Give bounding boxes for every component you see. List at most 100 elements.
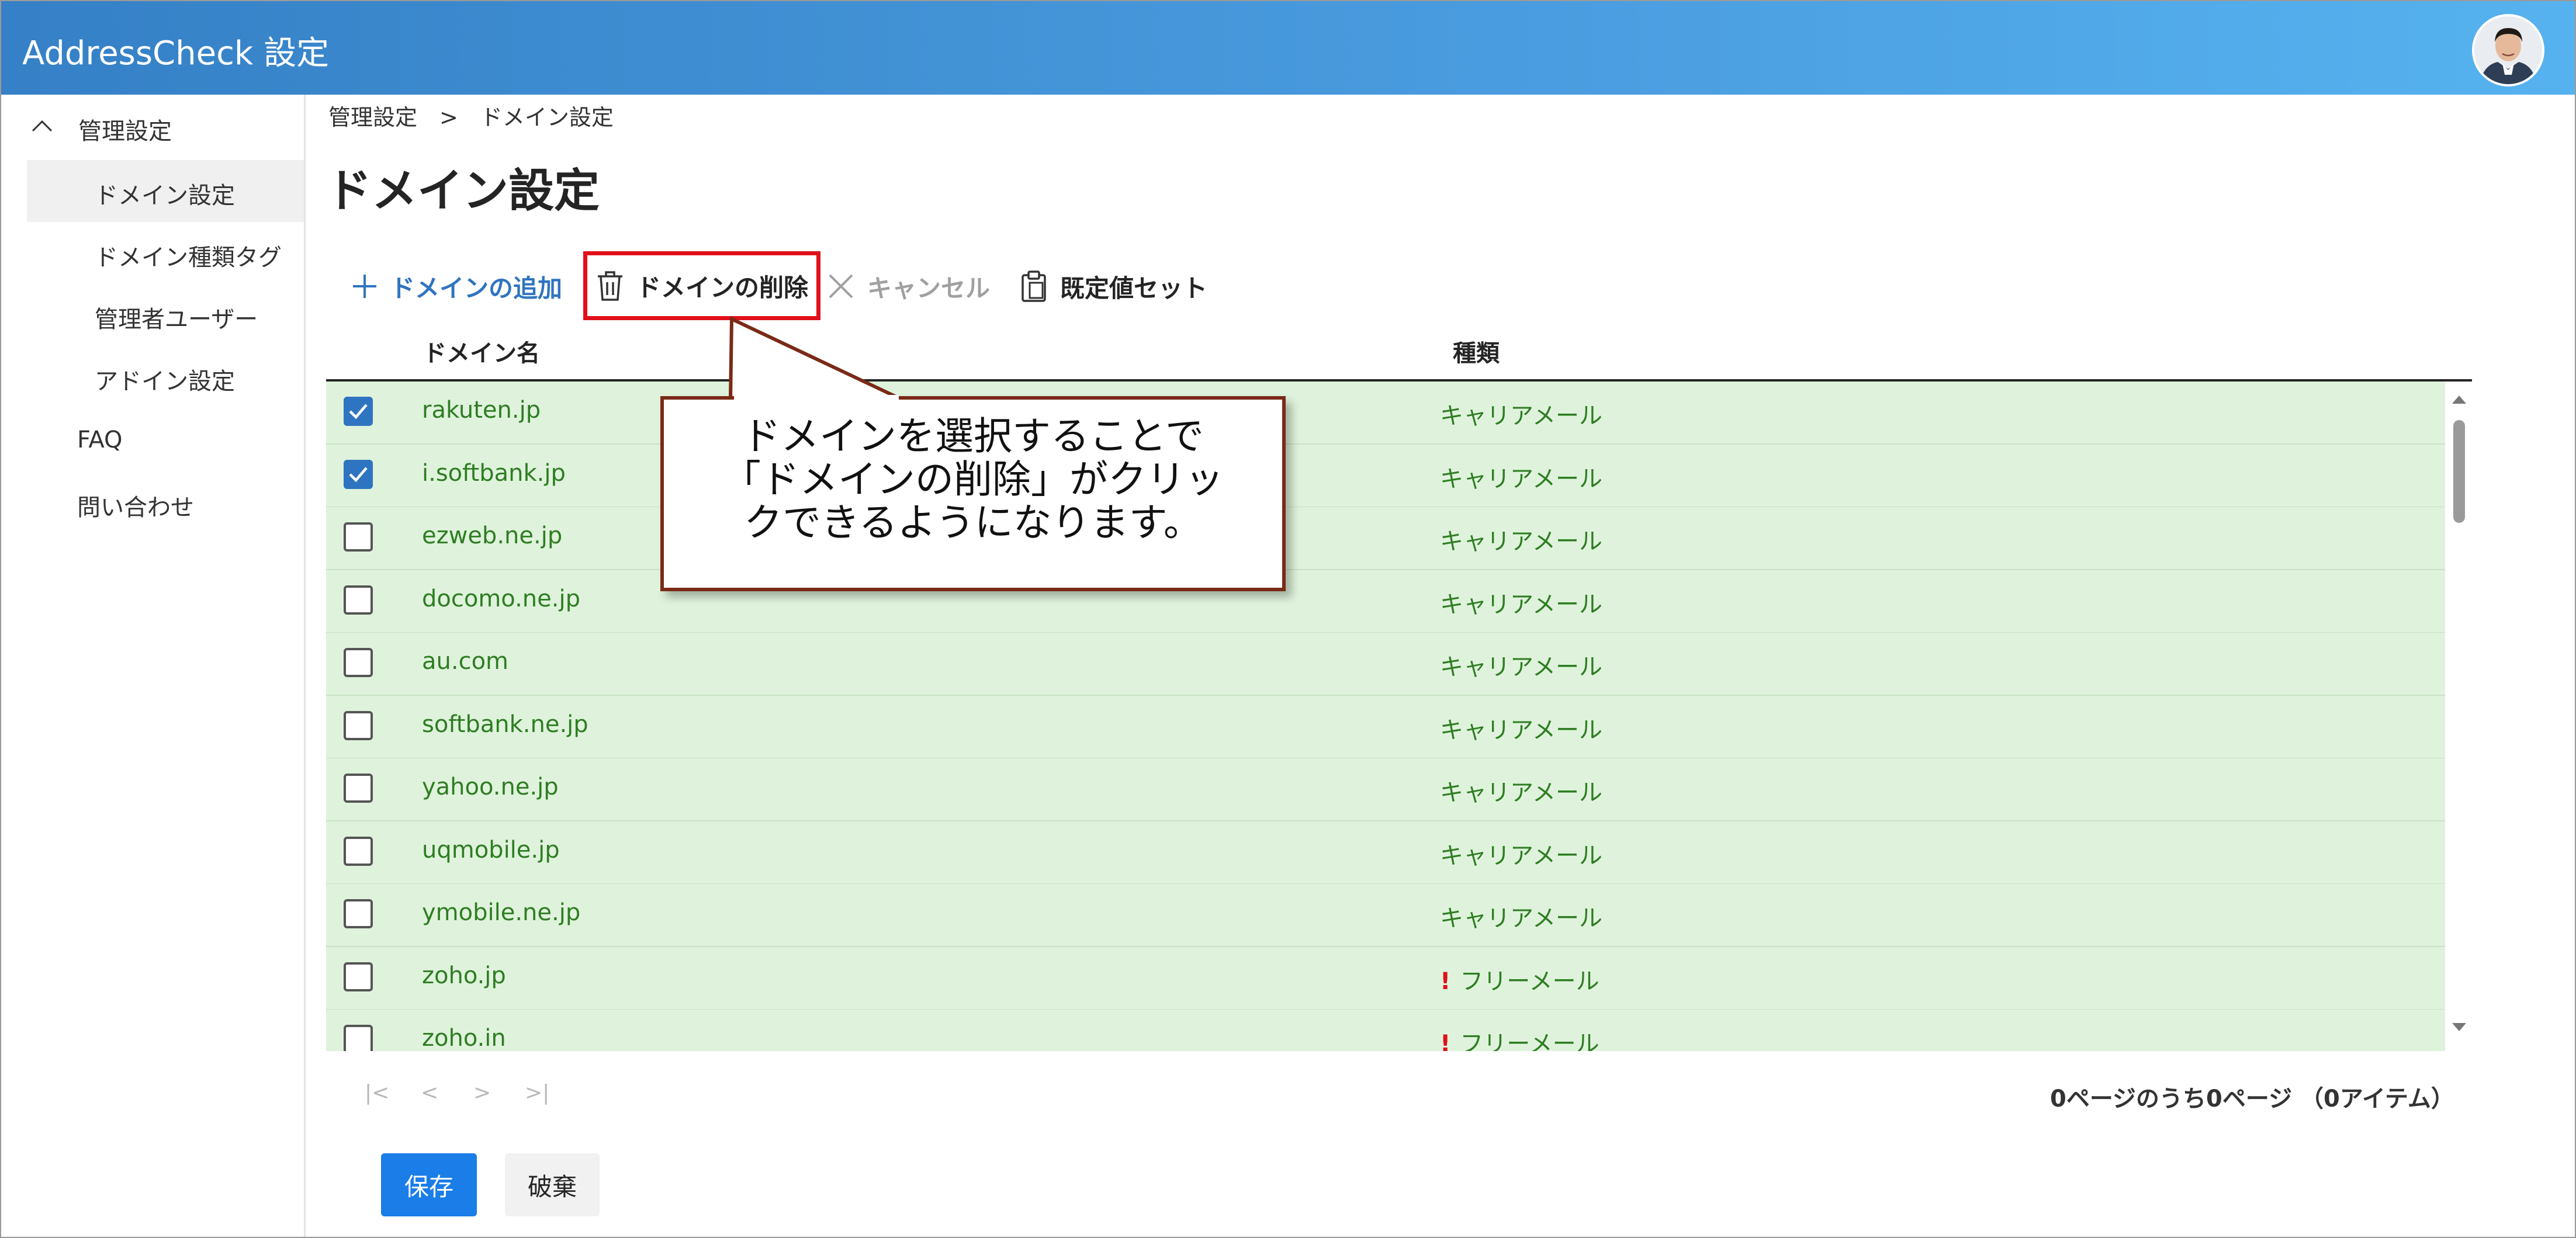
- type-cell: キャリアメール: [1440, 585, 1602, 619]
- table-row[interactable]: au.com キャリアメール: [326, 633, 2445, 696]
- annotation-callout: ドメインを選択することで 「ドメインの削除」がクリッ クできるようになります。: [660, 396, 1286, 591]
- type-cell: キャリアメール: [1440, 460, 1602, 494]
- avatar-icon: [2474, 16, 2542, 84]
- type-label: フリーメール: [1460, 1031, 1599, 1051]
- pager-first-button[interactable]: |<: [365, 1081, 389, 1105]
- set-default-label: 既定値セット: [1060, 273, 1208, 303]
- domain-cell: i.softbank.jp: [422, 460, 566, 487]
- pager-status: 0ページのうち0ページ （0アイテム）: [2050, 1086, 2454, 1112]
- type-cell: ! フリーメール: [1440, 962, 1599, 996]
- chevron-up-icon: [32, 120, 53, 132]
- type-label: キャリアメール: [1440, 403, 1602, 429]
- checkmark-icon: [349, 404, 368, 419]
- row-checkbox[interactable]: [344, 648, 373, 677]
- callout-line-2: 「ドメインの削除」がクリッ: [722, 457, 1224, 502]
- sidebar-item-addin-settings[interactable]: アドイン設定: [95, 362, 235, 396]
- pager-prev-button[interactable]: <: [421, 1081, 438, 1105]
- type-label: キャリアメール: [1440, 717, 1602, 744]
- row-checkbox[interactable]: [344, 522, 373, 552]
- scroll-down-icon[interactable]: [2451, 1022, 2467, 1034]
- scroll-thumb[interactable]: [2453, 420, 2465, 523]
- scroll-up-icon[interactable]: [2451, 393, 2467, 405]
- checkmark-icon: [349, 467, 368, 483]
- domain-cell: uqmobile.jp: [422, 837, 560, 864]
- plus-icon: [353, 275, 376, 298]
- table-row[interactable]: i.softbank.jp キャリアメール: [326, 445, 2445, 508]
- domain-cell: softbank.ne.jp: [422, 711, 588, 738]
- sidebar-item-domain-type-tags[interactable]: ドメイン種類タグ: [95, 238, 282, 272]
- sidebar-item-admin-users[interactable]: 管理者ユーザー: [95, 300, 258, 334]
- sidebar-group-label: 管理設定: [78, 118, 172, 145]
- table-row[interactable]: zoho.jp ! フリーメール: [326, 947, 2445, 1010]
- type-cell: キャリアメール: [1440, 774, 1602, 807]
- table-scrollbar[interactable]: [2445, 382, 2472, 1051]
- breadcrumb-separator: >: [439, 105, 458, 130]
- domain-cell: zoho.jp: [422, 962, 506, 989]
- row-checkbox[interactable]: [344, 837, 373, 866]
- user-avatar[interactable]: [2472, 14, 2544, 86]
- domain-table: rakuten.jp キャリアメール i.softbank.jp キャリアメール ezw…: [326, 382, 2445, 1051]
- domain-cell: yahoo.ne.jp: [422, 774, 559, 800]
- callout-line-1: ドメインを選択することで: [742, 414, 1204, 459]
- type-label: キャリアメール: [1440, 654, 1602, 681]
- row-checkbox[interactable]: [344, 962, 373, 991]
- sidebar-item-faq[interactable]: FAQ: [77, 426, 122, 453]
- row-checkbox[interactable]: [344, 899, 373, 928]
- row-checkbox[interactable]: [344, 1025, 373, 1051]
- clipboard-icon: [1022, 271, 1046, 302]
- column-header-domain[interactable]: ドメイン名: [423, 334, 540, 368]
- sidebar: 管理設定 ドメイン設定 ドメイン種類タグ 管理者ユーザー アドイン設定 FAQ …: [1, 95, 306, 1237]
- row-checkbox[interactable]: [344, 774, 373, 803]
- table-row[interactable]: rakuten.jp キャリアメール: [326, 382, 2445, 445]
- domain-cell: zoho.in: [422, 1025, 506, 1051]
- type-cell: キャリアメール: [1440, 899, 1602, 933]
- app-header: AddressCheck 設定: [1, 1, 2575, 95]
- type-label: キャリアメール: [1440, 905, 1602, 932]
- type-label: キャリアメール: [1440, 591, 1602, 618]
- cancel-button[interactable]: キャンセル: [826, 263, 990, 310]
- table-row[interactable]: zoho.in! フリーメール: [326, 1010, 2445, 1051]
- page-title: ドメイン設定: [326, 165, 600, 217]
- breadcrumb-current: ドメイン設定: [480, 105, 614, 130]
- window-frame: AddressCheck 設定 管理設定 ドメイン設定 ドメイン種類タグ 管理者…: [0, 0, 2576, 1238]
- table-row[interactable]: ymobile.ne.jp キャリアメール: [326, 884, 2445, 947]
- table-row[interactable]: yahoo.ne.jp キャリアメール: [326, 758, 2445, 821]
- type-cell: キャリアメール: [1440, 397, 1602, 431]
- callout-seam: [734, 395, 899, 402]
- type-cell: キャリアメール: [1440, 522, 1602, 556]
- delete-domain-button[interactable]: ドメインの削除: [583, 251, 821, 320]
- sidebar-item-domain-settings[interactable]: ドメイン設定: [95, 176, 235, 210]
- type-cell: キャリアメール: [1440, 837, 1602, 871]
- type-label: キャリアメール: [1440, 842, 1602, 869]
- domain-cell: au.com: [422, 648, 509, 675]
- table-row[interactable]: docomo.ne.jp キャリアメール: [326, 570, 2445, 633]
- domain-cell: ymobile.ne.jp: [422, 899, 581, 926]
- type-cell: キャリアメール: [1440, 648, 1602, 682]
- row-checkbox[interactable]: [344, 460, 373, 489]
- save-button[interactable]: 保存: [381, 1153, 477, 1216]
- add-domain-label: ドメインの追加: [390, 273, 563, 303]
- domain-cell: rakuten.jp: [422, 397, 541, 424]
- breadcrumb-root[interactable]: 管理設定: [328, 105, 417, 130]
- table-row[interactable]: softbank.ne.jp キャリアメール: [326, 696, 2445, 759]
- close-icon: [829, 274, 853, 299]
- warning-icon: !: [1440, 1031, 1451, 1051]
- table-row[interactable]: uqmobile.jp キャリアメール: [326, 821, 2445, 885]
- table-row[interactable]: ezweb.ne.jp キャリアメール: [326, 507, 2445, 570]
- set-default-button[interactable]: 既定値セット: [1019, 263, 1207, 310]
- trash-icon: [598, 271, 622, 301]
- type-label: フリーメール: [1460, 968, 1599, 995]
- row-checkbox[interactable]: [344, 711, 373, 740]
- row-checkbox[interactable]: [344, 585, 373, 615]
- discard-button[interactable]: 破棄: [505, 1153, 600, 1216]
- add-domain-button[interactable]: ドメインの追加: [351, 263, 562, 310]
- pager-last-button[interactable]: >|: [525, 1081, 549, 1105]
- type-label: キャリアメール: [1440, 779, 1602, 806]
- pager-next-button[interactable]: >: [473, 1081, 491, 1105]
- sidebar-item-contact[interactable]: 問い合わせ: [77, 488, 194, 522]
- breadcrumb: 管理設定 > ドメイン設定: [328, 99, 614, 131]
- row-checkbox[interactable]: [344, 397, 373, 426]
- column-header-type[interactable]: 種類: [1453, 334, 1500, 368]
- domain-cell: docomo.ne.jp: [422, 585, 580, 612]
- callout-line-3: クできるようになります。: [743, 500, 1203, 545]
